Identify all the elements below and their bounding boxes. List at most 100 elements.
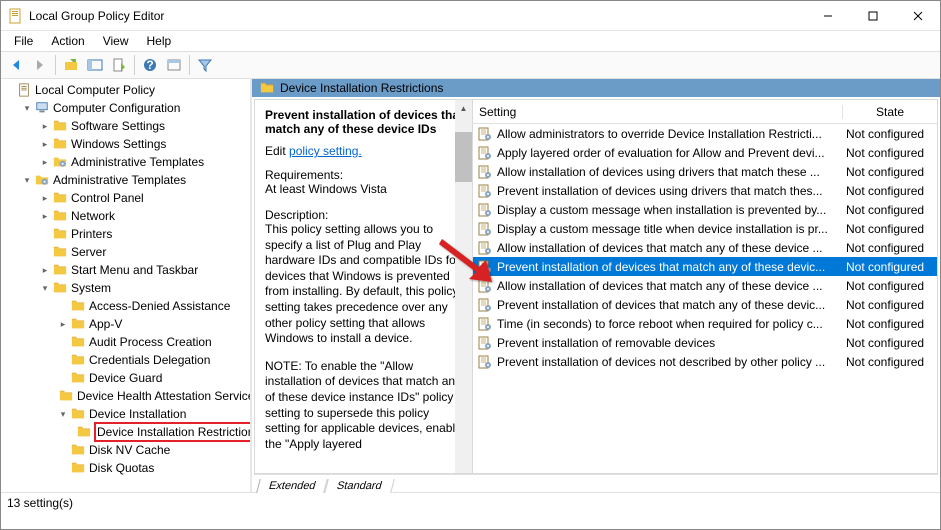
- tree-node-diskQuotas[interactable]: Disk Quotas: [1, 459, 250, 477]
- folder-icon: [260, 81, 274, 95]
- right-pane: Device Installation Restrictions Prevent…: [252, 79, 940, 492]
- folder-icon: [52, 262, 68, 278]
- export-list-button[interactable]: [108, 54, 130, 76]
- folder-icon: [70, 352, 86, 368]
- chevron-down-icon[interactable]: ▾: [21, 99, 33, 117]
- tree-label: Credentials Delegation: [89, 351, 210, 369]
- tree-node-credDeleg[interactable]: Credentials Delegation: [1, 351, 250, 369]
- policy-icon: [477, 146, 493, 160]
- column-setting[interactable]: Setting: [473, 105, 842, 119]
- up-button[interactable]: [60, 54, 82, 76]
- tree-node-deviceInstallRestrict[interactable]: Device Installation Restrictions: [1, 423, 250, 441]
- menu-action[interactable]: Action: [42, 32, 93, 50]
- setting-state: Not configured: [842, 336, 937, 350]
- folder-icon: [70, 298, 86, 314]
- setting-row[interactable]: Allow administrators to override Device …: [473, 124, 937, 143]
- requirements-text: At least Windows Vista: [265, 182, 464, 196]
- view-tabs: Extended Standard: [254, 474, 938, 492]
- settings-header: Setting State: [473, 100, 937, 124]
- description-scrollbar[interactable]: ▲: [455, 100, 472, 473]
- folder-icon: [34, 100, 50, 116]
- description-label: Description:: [265, 208, 464, 222]
- tree-label: Disk Quotas: [89, 459, 154, 477]
- chevron-right-icon[interactable]: ▸: [39, 207, 51, 225]
- folder-icon: [52, 118, 68, 134]
- column-state[interactable]: State: [842, 105, 937, 119]
- tab-standard[interactable]: Standard: [325, 479, 395, 493]
- back-button[interactable]: [5, 54, 27, 76]
- folder-icon: [34, 172, 50, 188]
- tree-label: Device Guard: [89, 369, 162, 387]
- show-hide-tree-button[interactable]: [84, 54, 106, 76]
- tree-node-network[interactable]: ▸Network: [1, 207, 250, 225]
- policy-icon: [477, 298, 493, 312]
- chevron-right-icon[interactable]: ▸: [39, 135, 51, 153]
- tree-node-diskNVCache[interactable]: Disk NV Cache: [1, 441, 250, 459]
- policy-icon: [477, 184, 493, 198]
- setting-label: Display a custom message title when devi…: [497, 222, 842, 236]
- tree-node-system[interactable]: ▾System: [1, 279, 250, 297]
- tree-node-computerConfig[interactable]: ▾Computer Configuration: [1, 99, 250, 117]
- tree-node-windowsSettings[interactable]: ▸Windows Settings: [1, 135, 250, 153]
- tree-node-server[interactable]: Server: [1, 243, 250, 261]
- tree-node-deviceHealth[interactable]: Device Health Attestation Service: [1, 387, 250, 405]
- tree-node-softwareSettings[interactable]: ▸Software Settings: [1, 117, 250, 135]
- setting-row[interactable]: Allow installation of devices that match…: [473, 276, 937, 295]
- setting-row[interactable]: Display a custom message when installati…: [473, 200, 937, 219]
- chevron-down-icon[interactable]: ▾: [39, 279, 51, 297]
- policy-icon: [477, 222, 493, 236]
- setting-row[interactable]: Display a custom message title when devi…: [473, 219, 937, 238]
- setting-row[interactable]: Prevent installation of devices using dr…: [473, 181, 937, 200]
- folder-icon: [70, 370, 86, 386]
- setting-row[interactable]: Allow installation of devices using driv…: [473, 162, 937, 181]
- chevron-right-icon[interactable]: ▸: [39, 189, 51, 207]
- properties-button[interactable]: [163, 54, 185, 76]
- tree-node-controlPanel[interactable]: ▸Control Panel: [1, 189, 250, 207]
- tree-node-startMenu[interactable]: ▸Start Menu and Taskbar: [1, 261, 250, 279]
- tree-node-appV[interactable]: ▸App-V: [1, 315, 250, 333]
- setting-row[interactable]: Prevent installation of removable device…: [473, 333, 937, 352]
- policy-title: Prevent installation of devices that mat…: [265, 108, 464, 136]
- tree-node-printers[interactable]: Printers: [1, 225, 250, 243]
- chevron-right-icon[interactable]: ▸: [39, 261, 51, 279]
- tab-extended[interactable]: Extended: [256, 479, 328, 493]
- policy-icon: [477, 241, 493, 255]
- menu-file[interactable]: File: [5, 32, 42, 50]
- chevron-right-icon[interactable]: ▸: [39, 117, 51, 135]
- tree-label: Server: [71, 243, 106, 261]
- menu-help[interactable]: Help: [138, 32, 181, 50]
- setting-row[interactable]: Allow installation of devices that match…: [473, 238, 937, 257]
- forward-button[interactable]: [29, 54, 51, 76]
- edit-policy-line: Edit policy setting.: [265, 144, 464, 158]
- chevron-down-icon[interactable]: ▾: [57, 405, 69, 423]
- tree-node-root[interactable]: Local Computer Policy: [1, 81, 250, 99]
- chevron-right-icon[interactable]: ▸: [57, 315, 69, 333]
- setting-state: Not configured: [842, 222, 937, 236]
- chevron-right-icon[interactable]: ▸: [39, 153, 51, 171]
- tree-node-accessDenied[interactable]: Access-Denied Assistance: [1, 297, 250, 315]
- setting-row[interactable]: Prevent installation of devices not desc…: [473, 352, 937, 371]
- edit-policy-link[interactable]: policy setting.: [289, 144, 362, 158]
- close-button[interactable]: [895, 1, 940, 31]
- setting-state: Not configured: [842, 127, 937, 141]
- policy-icon: [477, 279, 493, 293]
- setting-row[interactable]: Prevent installation of devices that mat…: [473, 295, 937, 314]
- chevron-down-icon[interactable]: ▾: [21, 171, 33, 189]
- tree-node-deviceGuard[interactable]: Device Guard: [1, 369, 250, 387]
- help-button[interactable]: ?: [139, 54, 161, 76]
- settings-pane: Setting State Allow administrators to ov…: [473, 100, 937, 473]
- tree-node-deviceInstall[interactable]: ▾Device Installation: [1, 405, 250, 423]
- setting-row[interactable]: Time (in seconds) to force reboot when r…: [473, 314, 937, 333]
- filter-button[interactable]: [194, 54, 216, 76]
- menu-view[interactable]: View: [94, 32, 138, 50]
- setting-row[interactable]: Apply layered order of evaluation for Al…: [473, 143, 937, 162]
- policy-icon: [477, 127, 493, 141]
- setting-row[interactable]: Prevent installation of devices that mat…: [473, 257, 937, 276]
- setting-state: Not configured: [842, 317, 937, 331]
- minimize-button[interactable]: [805, 1, 850, 31]
- tree-node-adminTemplates2[interactable]: ▾Administrative Templates: [1, 171, 250, 189]
- tree-node-adminTemplates1[interactable]: ▸Administrative Templates: [1, 153, 250, 171]
- tree-node-auditProcess[interactable]: Audit Process Creation: [1, 333, 250, 351]
- maximize-button[interactable]: [850, 1, 895, 31]
- tree-label: Access-Denied Assistance: [89, 297, 230, 315]
